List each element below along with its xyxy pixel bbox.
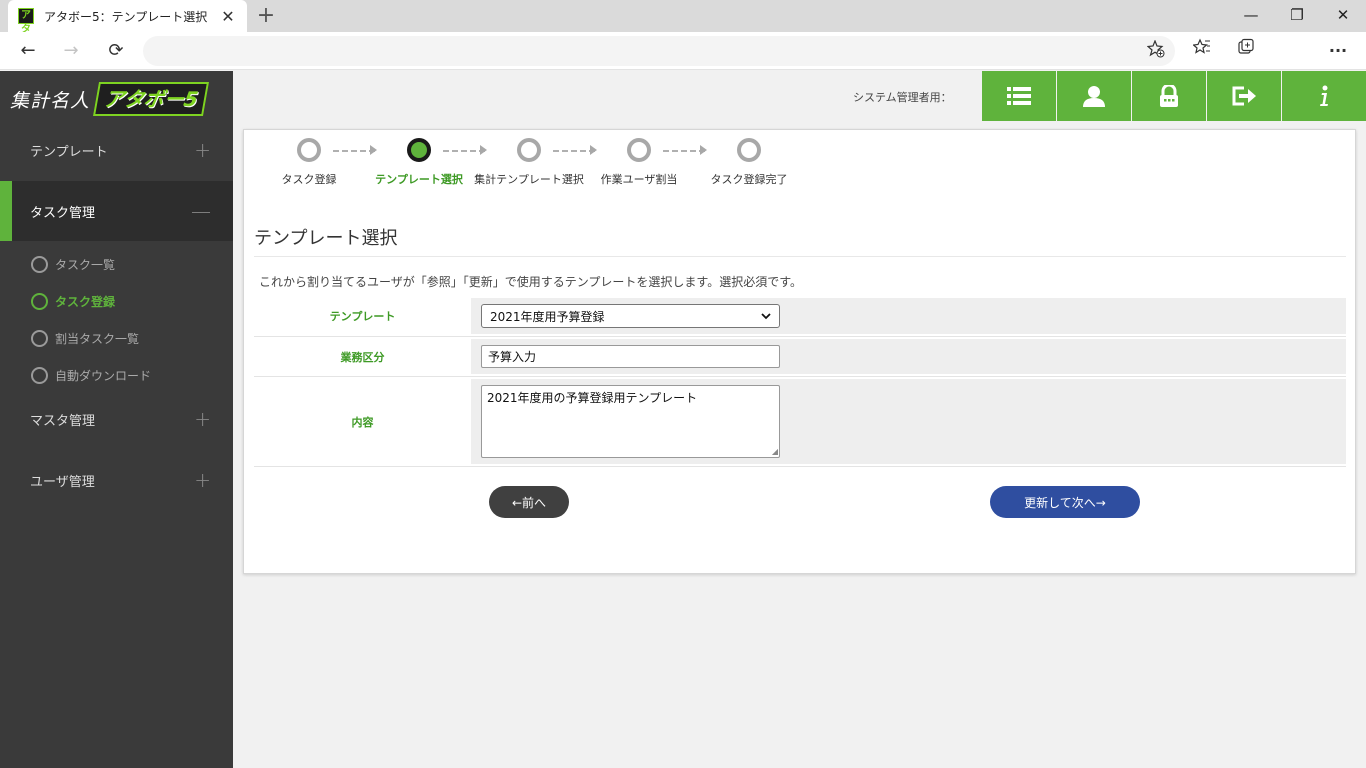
user-button[interactable]: [1057, 71, 1131, 121]
sidebar-section-label: マスタ管理: [30, 413, 96, 429]
circle-icon: [31, 292, 48, 310]
content-textarea-value: 2021年度用の予算登録用テンプレート: [487, 391, 698, 405]
browser-tab-bar: アタ アタボー5：テンプレート選択 ✕ + — ❐ ✕: [0, 0, 1366, 35]
circle-icon: [31, 329, 48, 347]
sidebar-item-assigned-tasks[interactable]: 割当タスク一覧: [31, 328, 139, 348]
step-node-icon: [517, 138, 541, 162]
sidebar-section-master[interactable]: マスタ管理 +: [0, 389, 233, 449]
form-row-category: 業務区分 予算入力: [254, 337, 1346, 377]
collapse-icon: —: [191, 199, 211, 223]
sidebar-section-user[interactable]: ユーザ管理 +: [0, 450, 233, 510]
page-title: テンプレート選択: [254, 228, 398, 249]
favorites-add-icon[interactable]: [1146, 39, 1165, 62]
expand-icon: +: [194, 138, 211, 162]
favicon-icon: アタ: [18, 8, 34, 35]
category-input-value: 予算入力: [488, 350, 537, 364]
form-table: テンプレート 2021年度用予算登録 業務区分 予算入力 内容 2021年度用の…: [254, 296, 1346, 467]
form-row-template: テンプレート 2021年度用予算登録: [254, 296, 1346, 337]
list-icon: [1007, 87, 1031, 105]
minimize-icon[interactable]: —: [1228, 0, 1274, 32]
step-node-icon: [627, 138, 651, 162]
category-input[interactable]: 予算入力: [481, 345, 780, 368]
instruction-text: これから割り当てるユーザが「参照」「更新」で使用するテンプレートを選択します。選…: [259, 275, 803, 289]
sidebar-section-label: タスク管理: [30, 205, 96, 221]
more-icon[interactable]: ···: [1323, 36, 1353, 66]
chevron-down-icon: [761, 312, 771, 319]
back-icon[interactable]: ←: [13, 36, 43, 66]
step-node-icon: [297, 138, 321, 162]
form-value-cell: 2021年度用の予算登録用テンプレート ◢: [471, 379, 1346, 464]
lock-icon: [1160, 85, 1178, 107]
form-row-content: 内容 2021年度用の予算登録用テンプレート ◢: [254, 377, 1346, 467]
sidebar-item-label: 自動ダウンロード: [55, 368, 152, 383]
app-header: システム管理者用：: [233, 71, 1366, 121]
resize-grip-icon[interactable]: ◢: [772, 447, 778, 456]
content-textarea[interactable]: 2021年度用の予算登録用テンプレート ◢: [481, 385, 780, 458]
step-label: タスク登録: [281, 173, 337, 186]
form-value-cell: 2021年度用予算登録: [471, 298, 1346, 334]
sidebar-section-template[interactable]: テンプレート +: [0, 120, 233, 180]
url-input[interactable]: [143, 36, 1175, 66]
forward-icon[interactable]: →: [56, 36, 86, 66]
category-label: 業務区分: [254, 337, 471, 376]
step-label: 集計テンプレート選択: [474, 173, 584, 186]
reload-icon[interactable]: ⟳: [101, 36, 131, 66]
update-next-button[interactable]: 更新して次へ→: [990, 486, 1140, 518]
sidebar-item-task-register[interactable]: タスク登録: [31, 291, 115, 311]
step-node-icon: [737, 138, 761, 162]
tab-close-icon[interactable]: ✕: [219, 7, 237, 26]
template-select[interactable]: 2021年度用予算登録: [481, 304, 780, 328]
sidebar-item-label: 割当タスク一覧: [55, 331, 140, 346]
lock-button[interactable]: [1132, 71, 1206, 121]
sidebar: 集計名人 アタボー5 テンプレート + タスク管理 — タスク一覧 タスク登録 …: [0, 71, 233, 768]
restore-icon[interactable]: ❐: [1274, 0, 1320, 32]
info-icon: [1320, 85, 1328, 106]
collections-icon[interactable]: [1231, 36, 1261, 66]
sidebar-section-label: テンプレート: [30, 144, 108, 160]
circle-icon: [31, 366, 48, 384]
sidebar-item-label: タスク登録: [55, 294, 116, 309]
app-logo[interactable]: 集計名人 アタボー5: [10, 77, 209, 121]
template-label: テンプレート: [254, 296, 471, 336]
template-select-value: 2021年度用予算登録: [490, 309, 605, 324]
logout-button[interactable]: [1207, 71, 1281, 121]
step-template-select: テンプレート選択: [364, 138, 474, 188]
expand-icon: +: [194, 407, 211, 431]
browser-tab[interactable]: アタ アタボー5：テンプレート選択 ✕: [8, 0, 247, 35]
window-close-icon[interactable]: ✕: [1320, 0, 1366, 32]
favorites-icon[interactable]: [1187, 36, 1217, 66]
step-node-icon: [407, 138, 431, 162]
step-complete: タスク登録完了: [694, 138, 804, 188]
sidebar-item-auto-download[interactable]: 自動ダウンロード: [31, 365, 151, 385]
step-label: テンプレート選択: [375, 173, 463, 186]
address-bar-row: ← → ⟳ ···: [0, 32, 1366, 70]
step-user-assign: 作業ユーザ割当: [584, 138, 694, 188]
step-aggregate-template-select: 集計テンプレート選択: [474, 138, 584, 188]
expand-icon: +: [194, 468, 211, 492]
info-button[interactable]: [1282, 71, 1366, 121]
logout-icon: [1232, 86, 1256, 106]
new-tab-icon[interactable]: +: [255, 3, 277, 29]
system-user-label: システム管理者用：: [853, 91, 952, 104]
sidebar-item-label: タスク一覧: [55, 257, 116, 272]
step-indicator: タスク登録 テンプレート選択 集計テンプレート選択 作業ユーザ割当 タスク登録完…: [254, 138, 804, 188]
step-label: タスク登録完了: [710, 173, 788, 186]
sidebar-section-label: ユーザ管理: [30, 474, 95, 490]
sidebar-item-task-list[interactable]: タスク一覧: [31, 254, 115, 274]
content-label: 内容: [254, 377, 471, 466]
user-icon: [1083, 86, 1105, 107]
logo-badge: アタボー5: [93, 82, 209, 116]
tab-title: アタボー5：テンプレート選択: [44, 9, 208, 24]
step-label: 作業ユーザ割当: [600, 173, 678, 186]
sidebar-section-task[interactable]: タスク管理 —: [0, 181, 233, 241]
logo-text: 集計名人: [10, 89, 91, 112]
main-panel: タスク登録 テンプレート選択 集計テンプレート選択 作業ユーザ割当 タスク登録完…: [243, 129, 1356, 574]
list-button[interactable]: [982, 71, 1056, 121]
step-task-register: タスク登録: [254, 138, 364, 188]
divider: [254, 256, 1346, 257]
prev-button[interactable]: ←前へ: [489, 486, 569, 518]
form-value-cell: 予算入力: [471, 339, 1346, 374]
circle-icon: [31, 255, 48, 273]
